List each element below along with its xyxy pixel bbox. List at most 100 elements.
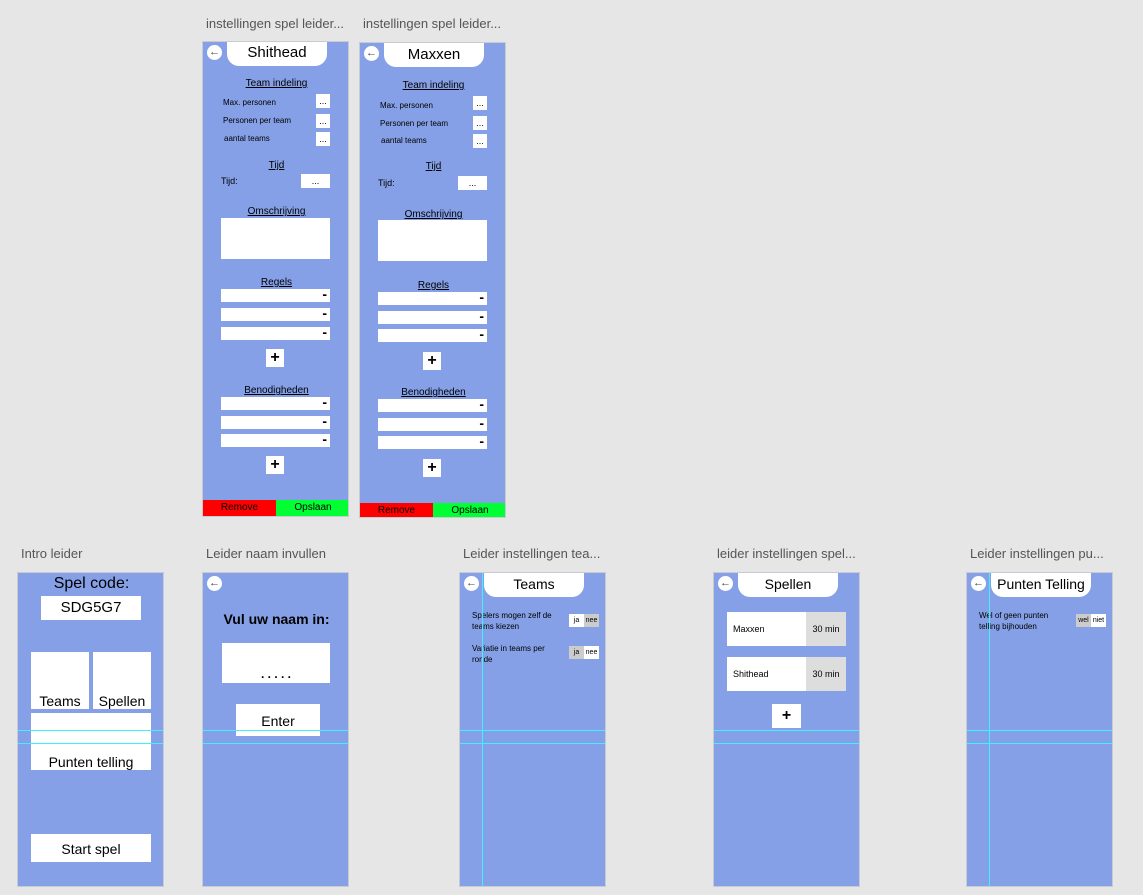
- add-rule-button[interactable]: +: [266, 349, 284, 367]
- remove-rule-button[interactable]: -: [479, 289, 484, 305]
- name-input[interactable]: . . . . .: [222, 643, 330, 683]
- screen-title: Spellen: [738, 573, 838, 597]
- arrow-left-icon[interactable]: ←: [464, 576, 479, 591]
- teams-label: aantal teams: [381, 136, 427, 145]
- rules-heading: Regels: [417, 280, 450, 291]
- remove-rule-button[interactable]: -: [322, 286, 327, 302]
- spellen-button[interactable]: Spellen: [93, 652, 151, 709]
- time-label: Tijd:: [221, 176, 238, 186]
- add-rule-button[interactable]: +: [423, 352, 441, 370]
- remove-need-button[interactable]: -: [322, 413, 327, 429]
- teams-field[interactable]: ...: [473, 134, 487, 148]
- toggle-niet[interactable]: niet: [1091, 614, 1106, 627]
- add-need-button[interactable]: +: [423, 459, 441, 477]
- rules-heading: Regels: [260, 277, 293, 288]
- guide-line: [967, 730, 1112, 731]
- game-title: Maxxen: [384, 43, 484, 67]
- rule-row[interactable]: -: [378, 289, 487, 305]
- remove-need-button[interactable]: -: [479, 396, 484, 412]
- rule-row[interactable]: -: [221, 324, 330, 340]
- arrow-left-icon[interactable]: ←: [207, 45, 222, 60]
- remove-rule-button[interactable]: -: [479, 308, 484, 324]
- time-field[interactable]: ...: [301, 174, 330, 188]
- remove-need-button[interactable]: -: [479, 433, 484, 449]
- frame-label-teams: Leider instellingen tea...: [463, 546, 601, 561]
- remove-rule-button[interactable]: -: [322, 305, 327, 321]
- toggle-nee[interactable]: nee: [584, 646, 599, 659]
- per-team-field[interactable]: ...: [473, 116, 487, 130]
- time-heading: Tijd: [268, 160, 285, 171]
- description-heading: Omschrijving: [247, 206, 306, 217]
- description-input[interactable]: [378, 220, 487, 261]
- remove-need-button[interactable]: -: [479, 415, 484, 431]
- rule-row[interactable]: -: [378, 326, 487, 342]
- remove-need-button[interactable]: -: [322, 394, 327, 410]
- frame-label-maxxen: instellingen spel leider...: [363, 16, 502, 31]
- toggle-ja[interactable]: ja: [569, 614, 584, 627]
- game-title: Shithead: [227, 42, 327, 66]
- arrow-left-icon[interactable]: ←: [364, 46, 379, 61]
- save-button[interactable]: Opslaan: [276, 500, 348, 516]
- remove-rule-button[interactable]: -: [479, 326, 484, 342]
- add-game-button[interactable]: +: [772, 704, 801, 728]
- game-row[interactable]: Maxxen 30 min: [727, 612, 846, 646]
- max-label: Max. personen: [380, 101, 433, 110]
- need-row[interactable]: -: [378, 396, 487, 412]
- punten-button-label: Punten telling: [48, 754, 134, 770]
- toggle-nee[interactable]: nee: [584, 614, 599, 627]
- need-row[interactable]: -: [221, 394, 330, 410]
- remove-button[interactable]: Remove: [360, 503, 433, 517]
- option-choose-teams: Spelers mogen zelf de teams kiezen: [472, 611, 552, 631]
- max-field[interactable]: ...: [473, 96, 487, 110]
- teams-button[interactable]: Teams: [31, 652, 89, 709]
- team-heading: Team indeling: [245, 78, 308, 89]
- rule-row[interactable]: -: [221, 286, 330, 302]
- frame-label-spellen: leider instellingen spel...: [717, 546, 856, 561]
- per-team-label: Personen per team: [380, 119, 449, 128]
- game-code: SDG5G7: [41, 596, 141, 620]
- name-placeholder: . . . . .: [260, 667, 291, 681]
- rule-row[interactable]: -: [378, 308, 487, 324]
- description-heading: Omschrijving: [404, 209, 463, 220]
- time-heading: Tijd: [425, 161, 442, 172]
- description-input[interactable]: [221, 218, 330, 259]
- max-field[interactable]: ...: [316, 94, 330, 108]
- arrow-left-icon[interactable]: ←: [718, 576, 733, 591]
- frame-games-settings: ← Spellen Maxxen 30 min Shithead 30 min …: [713, 572, 860, 887]
- punten-button[interactable]: Punten telling: [31, 713, 151, 770]
- teams-label: aantal teams: [224, 134, 270, 143]
- frame-label-intro: Intro leider: [21, 546, 83, 561]
- time-label: Tijd:: [378, 178, 395, 188]
- guide-line: [460, 730, 605, 731]
- remove-need-button[interactable]: -: [322, 431, 327, 447]
- add-need-button[interactable]: +: [266, 456, 284, 474]
- need-row[interactable]: -: [221, 413, 330, 429]
- time-field[interactable]: ...: [458, 176, 487, 190]
- remove-rule-button[interactable]: -: [322, 324, 327, 340]
- arrow-left-icon[interactable]: ←: [971, 576, 986, 591]
- need-row[interactable]: -: [378, 433, 487, 449]
- rule-row[interactable]: -: [221, 305, 330, 321]
- arrow-left-icon[interactable]: ←: [207, 576, 222, 591]
- need-row[interactable]: -: [378, 415, 487, 431]
- needs-heading: Benodigheden: [244, 385, 309, 396]
- need-row[interactable]: -: [221, 431, 330, 447]
- game-name: Shithead: [733, 669, 769, 679]
- toggle-wel[interactable]: wel: [1076, 614, 1091, 627]
- save-button[interactable]: Opslaan: [433, 503, 505, 517]
- screen-title: Teams: [484, 573, 584, 597]
- guide-line: [714, 743, 859, 744]
- guide-line: [203, 743, 348, 744]
- remove-button[interactable]: Remove: [203, 500, 276, 516]
- enter-button[interactable]: Enter: [236, 704, 320, 736]
- toggle-ja[interactable]: ja: [569, 646, 584, 659]
- spellen-button-label: Spellen: [98, 693, 146, 709]
- screen-title: Punten Telling: [991, 573, 1091, 597]
- start-game-button[interactable]: Start spel: [31, 834, 151, 862]
- guide-line: [18, 743, 163, 744]
- teams-field[interactable]: ...: [316, 132, 330, 146]
- per-team-field[interactable]: ...: [316, 114, 330, 128]
- game-row[interactable]: Shithead 30 min: [727, 657, 846, 691]
- game-time: 30 min: [806, 657, 846, 691]
- guide-line: [967, 743, 1112, 744]
